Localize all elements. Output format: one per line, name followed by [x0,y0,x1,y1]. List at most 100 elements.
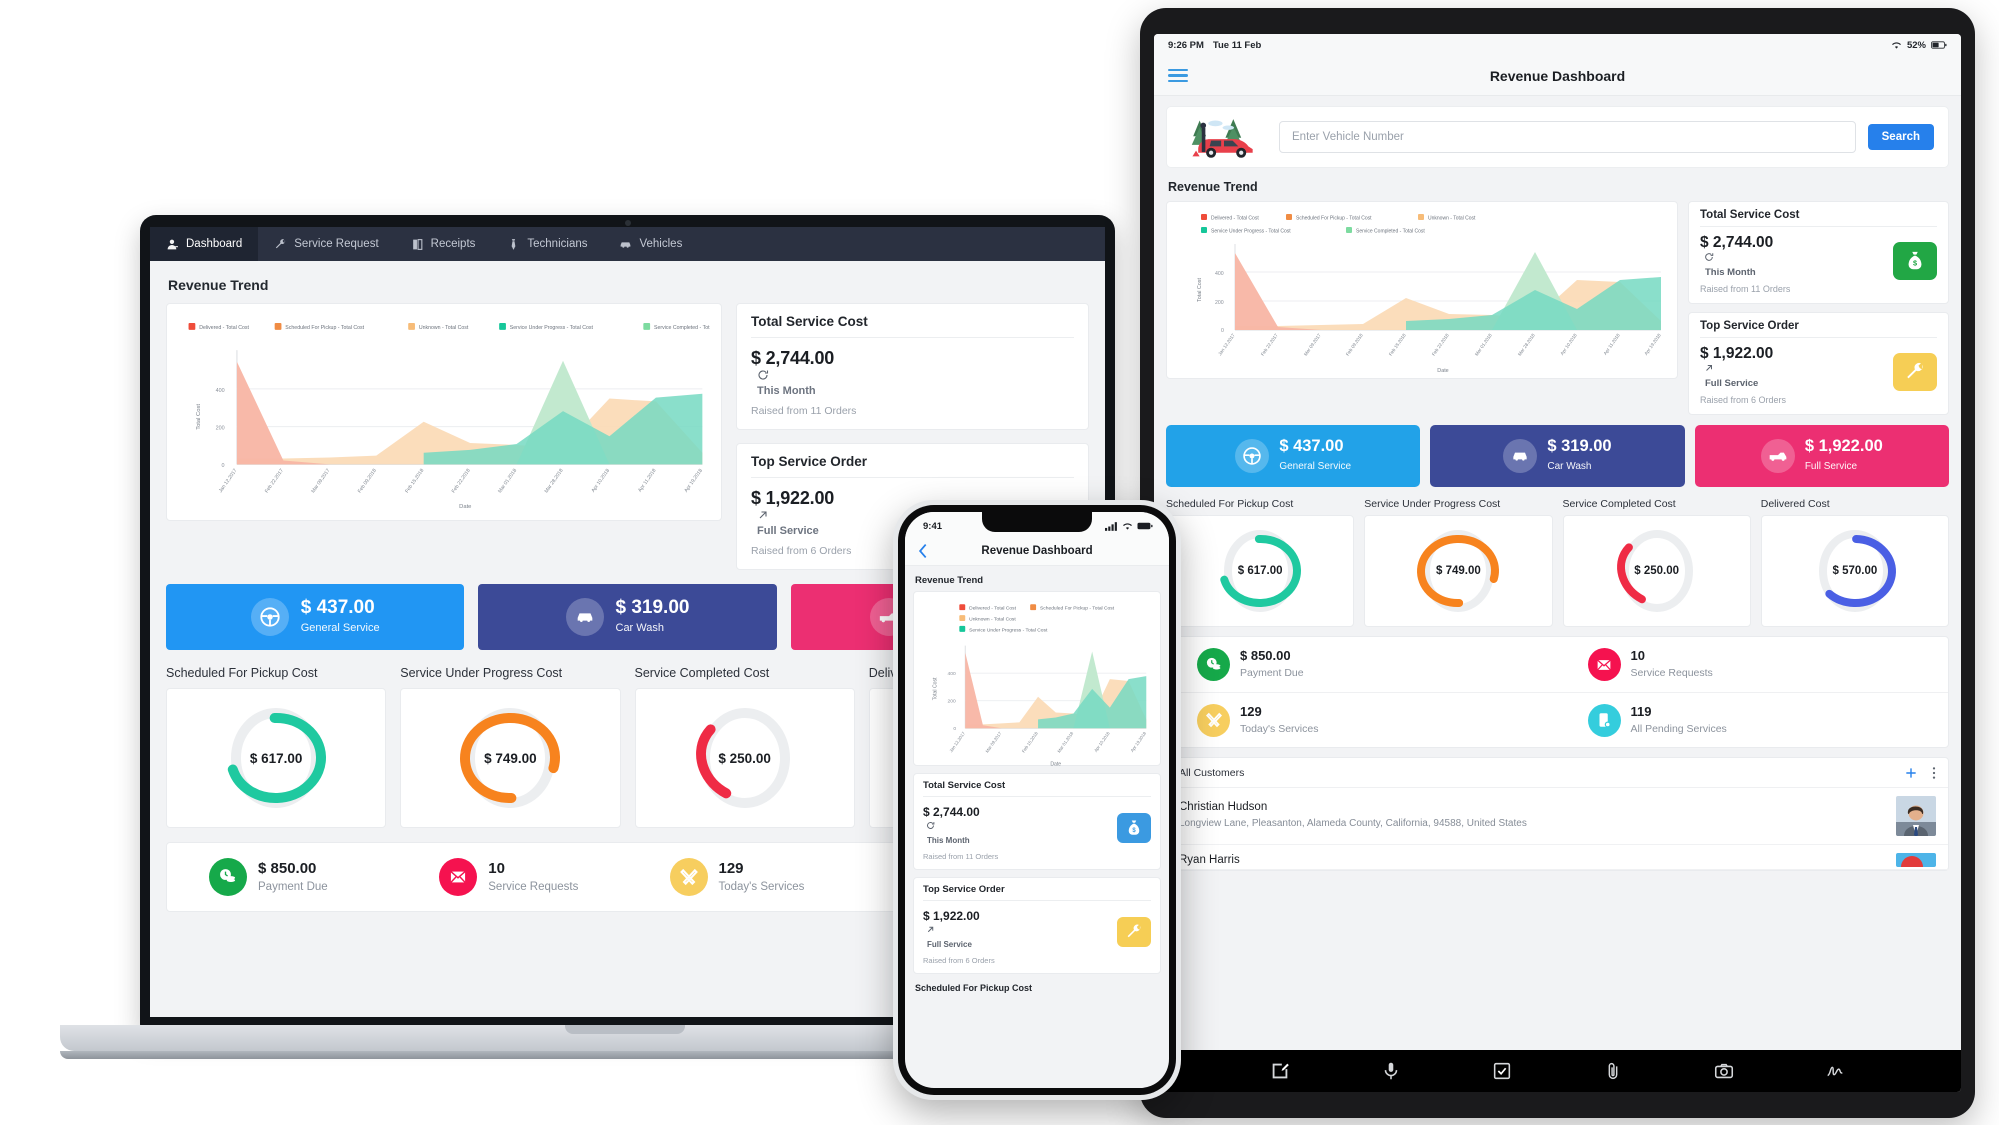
donut-label-scheduled: Scheduled For Pickup Cost [166,666,318,680]
steering-wheel-icon [1235,439,1270,473]
svg-text:Scheduled For Pickup - Total C: Scheduled For Pickup - Total Cost [1296,216,1372,222]
donut-value-completed: $ 250.00 [718,750,771,766]
tablet-tile-general-service[interactable]: $ 437.00 General Service [1166,425,1421,487]
kpi-total-service-cost-note: Raised from 11 Orders [751,405,857,417]
tile-general-service[interactable]: $ 437.00 General Service [166,584,465,650]
tile-car-wash-label: Car Wash [615,621,665,634]
tab-dashboard[interactable]: Dashboard [150,227,259,261]
tab-receipts-label: Receipts [430,238,476,250]
donut-gauge-under-progress: $ 749.00 [458,702,562,814]
svg-text:0: 0 [1221,328,1224,334]
battery-icon [1931,41,1947,49]
mic-icon[interactable] [1380,1060,1402,1082]
tablet-donut-gauge-delivered: $ 570.00 [1813,525,1897,617]
svg-text:Feb 22,2018: Feb 22,2018 [451,468,472,495]
phone-kpi-total-note: Raised from 11 Orders [923,852,999,861]
laptop-revenue-chart-card: Delivered - Total Cost Scheduled For Pic… [166,303,722,521]
mobile-settings-icon [1587,703,1621,737]
svg-text:Mar 09,2017: Mar 09,2017 [1303,332,1322,356]
tab-service-request[interactable]: Service Request [258,227,394,261]
tablet-revenue-chart-card: Delivered - Total Cost Scheduled For Pic… [1166,201,1678,379]
search-button[interactable]: Search [1867,124,1934,150]
plus-icon[interactable] [1904,766,1918,780]
tablet-stat-payment-due: $ 850.00 Payment Due [1167,648,1558,681]
svg-text:Mar 01,2018: Mar 01,2018 [1474,332,1493,356]
laptop-navbar: Dashboard Service Request Receipts Techn… [150,227,1105,261]
tablet-tile-full-service[interactable]: $ 1,922.00 Full Service [1694,425,1949,487]
svg-text:Jan 12,2017: Jan 12,2017 [218,468,239,494]
tablet-donut-label-delivered: Delivered Cost [1760,498,1830,510]
svg-text:Mar 01,2018: Mar 01,2018 [497,468,518,495]
tablet-app-bar: Revenue Dashboard [1154,56,1961,96]
kebab-menu-icon[interactable] [1932,766,1936,780]
svg-text:Apr 19,2018: Apr 19,2018 [1643,332,1662,356]
tablet-kpi-top-service-order: Top Service Order $ 1,922.00 Full Servic… [1688,312,1949,415]
kpi-top-service-order-sub: Full Service [757,525,819,537]
arrow-up-right-icon [927,926,934,933]
tablet-tile-car-wash[interactable]: $ 319.00 Car Wash [1430,425,1685,487]
svg-text:Total Cost: Total Cost [933,677,939,700]
tablet-stat-service-requests: 10 Service Requests [1558,648,1949,681]
paperclip-icon[interactable] [1602,1060,1624,1082]
tile-car-wash[interactable]: $ 319.00 Car Wash [478,584,777,650]
receipt-icon [412,238,423,250]
stat-todays-services-label: Today's Services [718,880,805,893]
tab-technicians[interactable]: Technicians [491,227,603,261]
coins-icon [1197,648,1230,681]
svg-text:Service Under Progress - Total: Service Under Progress - Total Cost [969,627,1048,633]
vehicle-search-card: Enter Vehicle Number Search [1166,106,1949,168]
tablet-kpi-top-amount: $ 1,922.00 [1700,345,1774,362]
kpi-total-service-cost-title: Total Service Cost [751,314,1074,338]
signature-icon[interactable] [1824,1060,1846,1082]
tablet-donut-card-scheduled: $ 617.00 [1166,515,1355,627]
tab-receipts[interactable]: Receipts [395,227,492,261]
wrench-icon [276,238,286,248]
svg-text:Jan 12,2017: Jan 12,2017 [1217,332,1236,356]
svg-text:Apr 19,2018: Apr 19,2018 [1130,730,1148,753]
tablet-donut-gauge-completed: $ 250.00 [1615,525,1699,617]
tablet-stat-all-pending-label: All Pending Services [1630,722,1727,735]
svg-text:400: 400 [948,671,956,677]
svg-text:Total Cost: Total Cost [1197,278,1203,302]
customer-row[interactable]: Christian Hudson Longview Lane, Pleasant… [1167,788,1948,845]
tablet-status-bar: 9:26 PM Tue 11 Feb 52% [1154,34,1961,56]
tablet-stat-todays-services-label: Today's Services [1240,722,1319,735]
vehicle-number-input[interactable]: Enter Vehicle Number [1279,121,1856,153]
donut-value-scheduled: $ 617.00 [249,750,303,766]
all-customers-title: All Customers [1179,766,1245,779]
svg-text:Service Under Progress - Total: Service Under Progress - Total Cost [1211,229,1291,235]
phone-app-bar: Revenue Dashboard [905,536,1169,566]
donut-card-scheduled: $ 617.00 [166,688,387,828]
customer-name: Ryan Harris [1179,854,1240,866]
svg-text:200: 200 [1215,300,1224,306]
tablet-kpi-total-service-cost: Total Service Cost $ 2,744.00 This Month… [1688,201,1949,304]
camera-icon[interactable] [1713,1060,1735,1082]
laptop-trackpad-notch [565,1025,685,1034]
tab-vehicles-label: Vehicles [639,238,683,250]
tab-vehicles[interactable]: Vehicles [603,227,698,261]
wifi-icon [1892,41,1901,49]
laptop-camera-icon [624,220,631,226]
svg-text:Apr 11,2018: Apr 11,2018 [637,468,657,494]
stat-todays-services-value: 129 [718,859,744,877]
stat-service-requests: 10 Service Requests [397,858,627,896]
wifi-icon [1123,522,1132,530]
svg-text:Mar 01,2018: Mar 01,2018 [1056,730,1074,753]
phone-kpi-top-service-order: Top Service Order $ 1,922.00 Full Servic… [913,877,1161,974]
checkbox-icon[interactable] [1491,1060,1513,1082]
svg-text:Delivered - Total Cost: Delivered - Total Cost [199,325,249,331]
stat-service-requests-label: Service Requests [488,880,579,893]
svg-text:Apr 10,2018: Apr 10,2018 [1093,730,1111,753]
phone-revenue-trend-chart: Delivered - Total Cost Scheduled For Pic… [933,604,1148,768]
donut-label-completed: Service Completed Cost [634,666,770,680]
kpi-top-service-order-title: Top Service Order [751,454,1074,478]
tablet-kpi-total-title: Total Service Cost [1700,209,1937,227]
svg-text:Feb 22,2018: Feb 22,2018 [1431,332,1450,356]
phone-kpi-top-sub: Full Service [927,940,972,949]
edit-icon[interactable] [1269,1060,1291,1082]
tie-icon [512,238,516,250]
customer-row[interactable]: Ryan Harris [1167,845,1948,870]
svg-text:Mar 09,2017: Mar 09,2017 [984,730,1002,753]
svg-text:Unknown - Total Cost: Unknown - Total Cost [419,325,469,331]
svg-text:Apr 19,2018: Apr 19,2018 [683,468,704,494]
